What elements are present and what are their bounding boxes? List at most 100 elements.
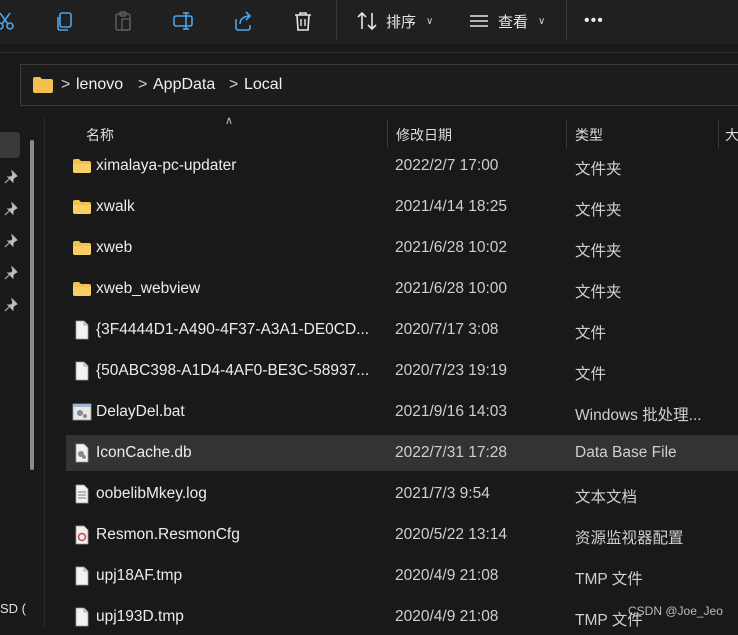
database-file-icon	[72, 443, 92, 463]
file-date: 2021/6/28 10:00	[395, 280, 508, 297]
breadcrumb-appdata[interactable]: AppData	[153, 76, 215, 94]
file-type: 文件夹	[575, 161, 622, 178]
file-date: 2020/4/9 21:08	[395, 608, 499, 625]
view-icon	[470, 15, 488, 27]
toolbar-separator	[566, 0, 567, 40]
breadcrumb-lenovo[interactable]: lenovo	[76, 76, 123, 94]
file-name: upj193D.tmp	[96, 608, 184, 625]
column-divider[interactable]	[387, 120, 388, 148]
rename-icon[interactable]	[170, 8, 196, 34]
file-name: {50ABC398-A1D4-4AF0-BE3C-58937...	[96, 362, 370, 379]
file-type: Windows 批处理...	[575, 407, 702, 424]
toolbar-separator	[336, 0, 337, 40]
column-header-modified[interactable]: 修改日期	[396, 125, 452, 145]
file-type: 文件	[575, 366, 607, 383]
file-date: 2022/2/7 17:00	[395, 157, 499, 174]
column-header-type[interactable]: 类型	[575, 125, 603, 145]
view-button[interactable]: 查看 ∨	[468, 10, 545, 32]
file-name: xweb	[96, 239, 133, 256]
file-type: TMP 文件	[575, 571, 643, 588]
file-date: 2020/5/22 13:14	[395, 526, 508, 543]
file-name: upj18AF.tmp	[96, 567, 183, 584]
file-date: 2020/4/9 21:08	[395, 567, 499, 584]
chevron-right-icon: >	[138, 76, 148, 93]
paste-icon[interactable]	[110, 8, 136, 34]
more-icon[interactable]: •••	[584, 10, 604, 32]
file-name: ximalaya-pc-updater	[96, 157, 237, 174]
copy-icon[interactable]	[52, 8, 78, 34]
chevron-down-icon: ∨	[538, 15, 546, 27]
folder-icon	[72, 238, 92, 258]
column-divider[interactable]	[718, 120, 719, 148]
file-date: 2020/7/17 3:08	[395, 321, 499, 338]
file-row[interactable]: DelayDel.bat 2021/9/16 14:03 Windows 批处理..…	[66, 394, 738, 430]
file-row[interactable]: ximalaya-pc-updater 2022/2/7 17:00 文件夹	[66, 148, 738, 184]
watermark: CSDN @Joe_Jeo	[628, 604, 723, 618]
file-name: Resmon.ResmonCfg	[96, 526, 240, 543]
nav-selected-item[interactable]	[0, 132, 20, 158]
folder-icon	[72, 279, 92, 299]
file-icon	[72, 361, 92, 381]
file-date: 2021/4/14 18:25	[395, 198, 508, 215]
column-header-size[interactable]: 大	[725, 125, 738, 145]
chevron-down-icon: ∨	[426, 15, 434, 27]
address-bar[interactable]: > lenovo > AppData > Local	[20, 64, 738, 106]
chevron-right-icon: >	[229, 76, 239, 93]
file-row[interactable]: {3F4444D1-A490-4F37-A3A1-DE0CD... 2020/7/…	[66, 312, 738, 348]
pin-icon[interactable]	[4, 202, 18, 216]
pin-icon[interactable]	[4, 234, 18, 248]
file-name: xweb_webview	[96, 280, 201, 297]
file-row[interactable]: xweb 2021/6/28 10:02 文件夹	[66, 230, 738, 266]
file-type: Data Base File	[575, 444, 677, 461]
file-type: 文件夹	[575, 202, 622, 219]
chevron-right-icon: >	[61, 76, 71, 93]
toolbar-divider	[0, 52, 738, 53]
cut-icon[interactable]	[0, 8, 18, 34]
file-row[interactable]: Resmon.ResmonCfg 2020/5/22 13:14 资源监视器配置	[66, 517, 738, 553]
file-icon	[72, 566, 92, 586]
file-type: 文件夹	[575, 284, 622, 301]
nav-scrollbar[interactable]	[30, 140, 34, 470]
file-name: xwalk	[96, 198, 135, 215]
file-row[interactable]: IconCache.db 2022/7/31 17:28 Data Base Fil…	[66, 435, 738, 471]
file-date: 2020/7/23 19:19	[395, 362, 508, 379]
file-date: 2021/6/28 10:02	[395, 239, 508, 256]
column-header-name[interactable]: 名称	[86, 125, 114, 145]
sort-label: 排序	[386, 13, 417, 31]
file-name: DelayDel.bat	[96, 403, 185, 420]
file-row[interactable]: xwalk 2021/4/14 18:25 文件夹	[66, 189, 738, 225]
folder-icon	[72, 197, 92, 217]
pin-icon[interactable]	[4, 170, 18, 184]
text-file-icon	[72, 484, 92, 504]
delete-icon[interactable]	[290, 8, 316, 34]
config-file-icon	[72, 525, 92, 545]
file-icon	[72, 320, 92, 340]
pin-icon[interactable]	[4, 266, 18, 280]
pane-divider[interactable]	[44, 118, 45, 628]
sort-icon	[357, 11, 377, 31]
share-icon[interactable]	[230, 8, 256, 34]
file-row[interactable]: oobelibMkey.log 2021/7/3 9:54 文本文档	[66, 476, 738, 512]
file-type: 资源监视器配置	[575, 530, 684, 547]
breadcrumb-local[interactable]: Local	[244, 76, 282, 94]
file-name: oobelibMkey.log	[96, 485, 207, 502]
file-date: 2021/7/3 9:54	[395, 485, 490, 502]
nav-drive-label[interactable]: SD (	[0, 601, 26, 616]
file-name: IconCache.db	[96, 444, 192, 461]
column-divider[interactable]	[566, 120, 567, 148]
file-name: {3F4444D1-A490-4F37-A3A1-DE0CD...	[96, 321, 370, 338]
file-type: 文件	[575, 325, 607, 342]
pin-icon[interactable]	[4, 298, 18, 312]
sort-button[interactable]: 排序 ∨	[356, 10, 433, 32]
file-icon	[72, 607, 92, 627]
command-bar: 排序 ∨ 查看 ∨ •••	[0, 0, 738, 44]
file-type: 文本文档	[575, 489, 638, 506]
file-row[interactable]: xweb_webview 2021/6/28 10:00 文件夹	[66, 271, 738, 307]
file-type: 文件夹	[575, 243, 622, 260]
view-label: 查看	[498, 13, 529, 31]
file-row[interactable]: upj18AF.tmp 2020/4/9 21:08 TMP 文件	[66, 558, 738, 594]
folder-icon	[33, 77, 53, 93]
file-row[interactable]: {50ABC398-A1D4-4AF0-BE3C-58937... 2020/7/…	[66, 353, 738, 389]
batch-file-icon	[72, 402, 92, 422]
sort-ascending-icon: ∧	[225, 115, 234, 127]
